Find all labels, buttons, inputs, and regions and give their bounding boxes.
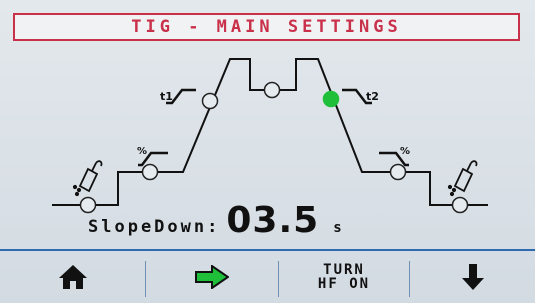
turn-hf-on-button[interactable]: TURN HF ON bbox=[279, 251, 409, 303]
t1-label: t1 bbox=[160, 90, 173, 103]
readout-unit: s bbox=[333, 220, 342, 236]
node-upslope[interactable] bbox=[201, 92, 219, 110]
node-downslope-active[interactable] bbox=[322, 90, 340, 108]
bottom-toolbar: TURN HF ON bbox=[0, 249, 535, 303]
weld-cycle-line bbox=[52, 58, 488, 206]
t2-label: t2 bbox=[366, 90, 379, 103]
hf-label-line1: TURN bbox=[323, 262, 365, 278]
arrow-right-icon bbox=[195, 265, 229, 289]
node-start-current[interactable] bbox=[141, 163, 159, 181]
home-icon bbox=[58, 265, 87, 289]
node-pulse[interactable] bbox=[263, 81, 281, 99]
arrow-down-icon bbox=[461, 264, 484, 290]
parameter-readout: SlopeDown: 03.5 s bbox=[88, 200, 342, 244]
end-pct-label: % bbox=[400, 146, 410, 157]
readout-label: SlopeDown: bbox=[88, 217, 221, 237]
postflow-torch-icon bbox=[447, 160, 478, 197]
home-button[interactable] bbox=[0, 251, 145, 303]
readout-value: 03.5 bbox=[226, 200, 320, 241]
next-button[interactable] bbox=[146, 251, 278, 303]
preflow-torch-icon bbox=[72, 160, 103, 197]
node-end-current[interactable] bbox=[389, 163, 407, 181]
tig-main-settings-screen: TIG - MAIN SETTINGS t1 t2 % % SlopeDown:… bbox=[0, 0, 535, 303]
start-pct-label: % bbox=[137, 146, 147, 157]
hf-label-line2: HF ON bbox=[317, 276, 371, 292]
node-postflow[interactable] bbox=[451, 196, 469, 214]
down-button[interactable] bbox=[410, 251, 535, 303]
